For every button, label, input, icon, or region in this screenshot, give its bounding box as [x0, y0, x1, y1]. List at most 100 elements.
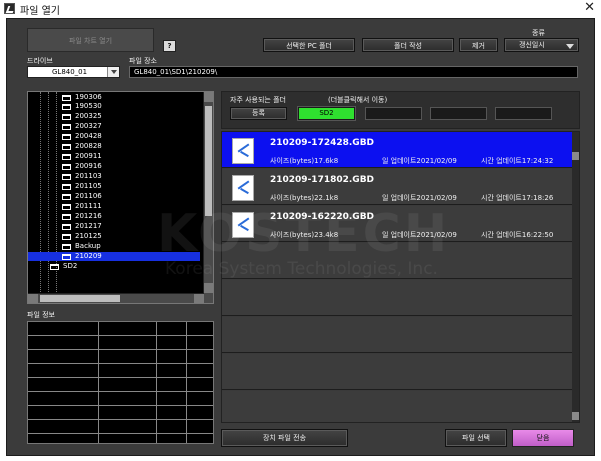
folder-icon: [62, 224, 71, 230]
folder-icon: [62, 114, 71, 120]
folder-icon: [62, 174, 71, 180]
register-favorite-button[interactable]: 등록: [230, 107, 287, 120]
tree-item[interactable]: 190530: [28, 102, 200, 111]
title-bar: 파일 열기 ✕: [0, 0, 601, 18]
remove-button[interactable]: 제거: [459, 38, 498, 52]
sort-value: 갱신일시: [519, 41, 545, 49]
grid-row-line: [28, 377, 213, 378]
file-name: 210209-171802.GBD: [270, 175, 375, 185]
file-list-scrollbar[interactable]: [572, 132, 579, 422]
folder-icon: [62, 234, 71, 240]
tree-item[interactable]: 200327: [28, 122, 200, 131]
tree-item[interactable]: 201103: [28, 172, 200, 181]
gbd-file-icon: [232, 138, 254, 164]
file-row-empty[interactable]: [222, 317, 574, 353]
drive-select[interactable]: GL840_01: [27, 66, 120, 78]
folder-icon: [62, 134, 71, 140]
folder-icon: [62, 95, 71, 101]
favorite-slot[interactable]: [365, 107, 422, 120]
grid-row-line: [28, 419, 213, 420]
create-folder-button[interactable]: 폴더 작성: [362, 38, 454, 52]
grid-row-line: [28, 349, 213, 350]
sort-select[interactable]: 갱신일시: [504, 38, 579, 52]
file-size: 사이즈(bytes)17.6k8: [270, 157, 339, 165]
file-time: 시간 업데이트16:22:50: [481, 231, 554, 239]
transfer-device-file-button[interactable]: 장치 파일 전송: [221, 429, 348, 447]
tree-item[interactable]: 200911: [28, 152, 200, 161]
tree-item[interactable]: 200325: [28, 112, 200, 121]
file-row[interactable]: 210209-171802.GBD 사이즈(bytes)22.1k8 일 업데이…: [222, 169, 574, 205]
file-time: 시간 업데이트17:18:26: [481, 194, 554, 202]
drive-value: GL840_01: [52, 68, 88, 76]
folder-icon: [62, 104, 71, 110]
close-window-icon[interactable]: ✕: [584, 0, 595, 15]
grid-row-line: [28, 335, 213, 336]
drive-label: 드라이브: [27, 57, 53, 65]
tree-item[interactable]: 200828: [28, 142, 200, 151]
scrollbar-thumb[interactable]: [40, 295, 120, 302]
file-size: 사이즈(bytes)22.1k8: [270, 194, 339, 202]
scroll-down-arrow[interactable]: [572, 412, 579, 420]
folder-icon: [62, 194, 71, 200]
folder-icon: [62, 184, 71, 190]
window-title: 파일 열기: [20, 6, 60, 17]
scrollbar-thumb[interactable]: [205, 106, 212, 216]
favorites-hint: (더블클릭해서 이동): [328, 96, 388, 104]
file-row-empty[interactable]: [222, 391, 574, 422]
favorite-folders-panel: 자주 사용되는 폴더 (더블클릭해서 이동) 등록 SD2: [221, 91, 580, 129]
favorite-slot[interactable]: [495, 107, 552, 120]
watermark-logo: KOSTECH: [157, 204, 451, 264]
tree-item[interactable]: 200916: [28, 162, 200, 171]
scroll-up-arrow[interactable]: [572, 152, 579, 160]
file-row-selected[interactable]: 210209-172428.GBD 사이즈(bytes)17.6k8 일 업데이…: [222, 132, 574, 168]
grid-column-line: [186, 322, 187, 443]
tree-item[interactable]: 190306: [28, 93, 200, 102]
favorite-slot-sd2[interactable]: SD2: [298, 107, 355, 120]
folder-icon: [62, 124, 71, 130]
open-file-chart-button[interactable]: 파일 차트 열기: [27, 28, 154, 52]
grid-row-line: [28, 405, 213, 406]
select-file-button[interactable]: 파일 선택: [445, 429, 507, 447]
folder-icon: [62, 164, 71, 170]
help-button[interactable]: ?: [163, 40, 176, 52]
file-date: 일 업데이트2021/02/09: [382, 157, 457, 165]
file-info-label: 파일 정보: [27, 311, 55, 319]
watermark-tagline: Korea System Technologies, Inc.: [165, 259, 438, 279]
scroll-up-arrow[interactable]: [204, 92, 213, 102]
folder-icon: [62, 254, 71, 260]
scroll-right-arrow[interactable]: [194, 294, 204, 303]
file-date: 일 업데이트2021/02/09: [382, 194, 457, 202]
grid-column-line: [156, 322, 157, 443]
scroll-down-arrow[interactable]: [204, 283, 213, 293]
folder-icon: [62, 244, 71, 250]
file-time: 시간 업데이트17:24:32: [481, 157, 554, 165]
folder-icon: [50, 264, 59, 270]
scroll-left-arrow[interactable]: [28, 294, 38, 303]
close-button[interactable]: 닫음: [512, 429, 574, 447]
select-pc-folder-button[interactable]: 선택한 PC 폴더: [263, 38, 355, 52]
file-row-empty[interactable]: [222, 354, 574, 390]
folder-icon: [62, 214, 71, 220]
favorites-title: 자주 사용되는 폴더: [230, 96, 286, 104]
tree-horizontal-scrollbar[interactable]: [28, 293, 204, 303]
grid-row-line: [28, 363, 213, 364]
folder-icon: [62, 154, 71, 160]
grid-row-line: [28, 391, 213, 392]
path-label: 파일 장소: [129, 57, 157, 65]
chevron-down-icon: [566, 44, 574, 49]
file-info-table: [27, 321, 214, 444]
file-open-dialog: 파일 차트 열기 ? 드라이브 GL840_01 파일 장소 GL840_01\…: [6, 18, 595, 456]
sort-label: 종류: [532, 29, 545, 37]
file-row-empty[interactable]: [222, 280, 574, 316]
favorite-slot[interactable]: [430, 107, 487, 120]
grid-column-line: [98, 322, 99, 443]
folder-icon: [62, 204, 71, 210]
folder-icon: [62, 144, 71, 150]
tree-item[interactable]: 201105: [28, 182, 200, 191]
tree-item[interactable]: 200428: [28, 132, 200, 141]
path-field[interactable]: GL840_01\SD1\210209\: [129, 66, 578, 78]
app-icon: [4, 3, 15, 14]
chevron-down-icon[interactable]: [107, 67, 119, 77]
grid-row-line: [28, 433, 213, 434]
tree-item[interactable]: 201106: [28, 192, 200, 201]
